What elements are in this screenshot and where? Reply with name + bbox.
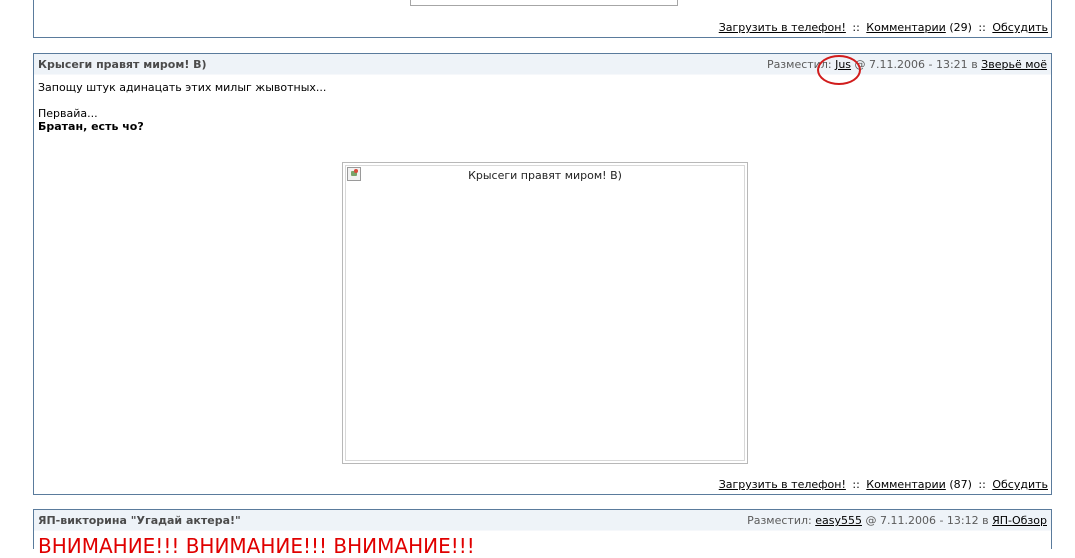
post-rats: Крысеги правят миром! В) Разместил: Jus … bbox=[33, 53, 1052, 495]
category-link[interactable]: ЯП-Обзор bbox=[992, 514, 1047, 527]
previous-post-image-frame bbox=[410, 0, 678, 6]
upload-to-phone-link[interactable]: Загрузить в телефон! bbox=[719, 478, 846, 491]
discuss-link[interactable]: Обсудить bbox=[992, 478, 1048, 491]
comments-link[interactable]: Комментарии bbox=[866, 21, 946, 34]
category-link[interactable]: Зверьё моё bbox=[981, 58, 1047, 71]
post-header: ЯП-викторина "Угадай актера!" Разместил:… bbox=[34, 510, 1051, 531]
post-meta: Разместил: easy555 @ 7.11.2006 - 13:12 в… bbox=[747, 514, 1047, 527]
separator: :: bbox=[978, 478, 986, 491]
in-label: в bbox=[971, 58, 978, 71]
post-meta: Разместил: Jus @ 7.11.2006 - 13:21 в Зве… bbox=[767, 58, 1047, 71]
post-quiz: ЯП-викторина "Угадай актера!" Разместил:… bbox=[33, 509, 1052, 556]
upload-to-phone-link[interactable]: Загрузить в телефон! bbox=[719, 21, 846, 34]
discuss-link[interactable]: Обсудить bbox=[992, 21, 1048, 34]
post-datetime: 7.11.2006 - 13:12 bbox=[879, 514, 979, 527]
post-text-line: Запощу штук адинацать этих милыг жывотны… bbox=[38, 81, 327, 94]
alert-text: ВНИМАНИЕ!!! ВНИМАНИЕ!!! ВНИМАНИЕ!!! bbox=[38, 534, 475, 558]
separator: :: bbox=[978, 21, 986, 34]
image-alt-text: Крысеги правят миром! В) bbox=[468, 169, 622, 182]
post-title: ЯП-викторина "Угадай актера!" bbox=[38, 514, 241, 527]
post-header: Крысеги правят миром! В) Разместил: Jus … bbox=[34, 54, 1051, 85]
posted-by-label: Разместил: bbox=[747, 514, 812, 527]
post-title: Крысеги правят миром! В) bbox=[38, 58, 207, 71]
comments-count: (29) bbox=[949, 21, 972, 34]
comments-link[interactable]: Комментарии bbox=[866, 478, 946, 491]
post-datetime: 7.11.2006 - 13:21 bbox=[869, 58, 968, 71]
author-highlight-circle bbox=[817, 55, 861, 85]
image-inner-border bbox=[345, 165, 745, 461]
separator: :: bbox=[852, 478, 860, 491]
comments-count: (87) bbox=[949, 478, 972, 491]
post-body: Запощу штук адинацать этих милыг жывотны… bbox=[34, 75, 1051, 133]
at-sign: @ bbox=[865, 514, 877, 527]
post-footer: Загрузить в телефон! :: Комментарии (87)… bbox=[719, 478, 1048, 491]
post-previous: Загрузить в телефон! :: Комментарии (29)… bbox=[33, 0, 1052, 38]
post-text-line: Первайа... bbox=[38, 107, 98, 120]
author-link[interactable]: easy555 bbox=[815, 514, 862, 527]
post-text-bold: Братан, есть чо? bbox=[38, 120, 144, 133]
post-footer: Загрузить в телефон! :: Комментарии (29)… bbox=[719, 21, 1048, 34]
separator: :: bbox=[852, 21, 860, 34]
in-label: в bbox=[982, 514, 989, 527]
post-image[interactable]: Крысеги правят миром! В) bbox=[342, 162, 748, 464]
